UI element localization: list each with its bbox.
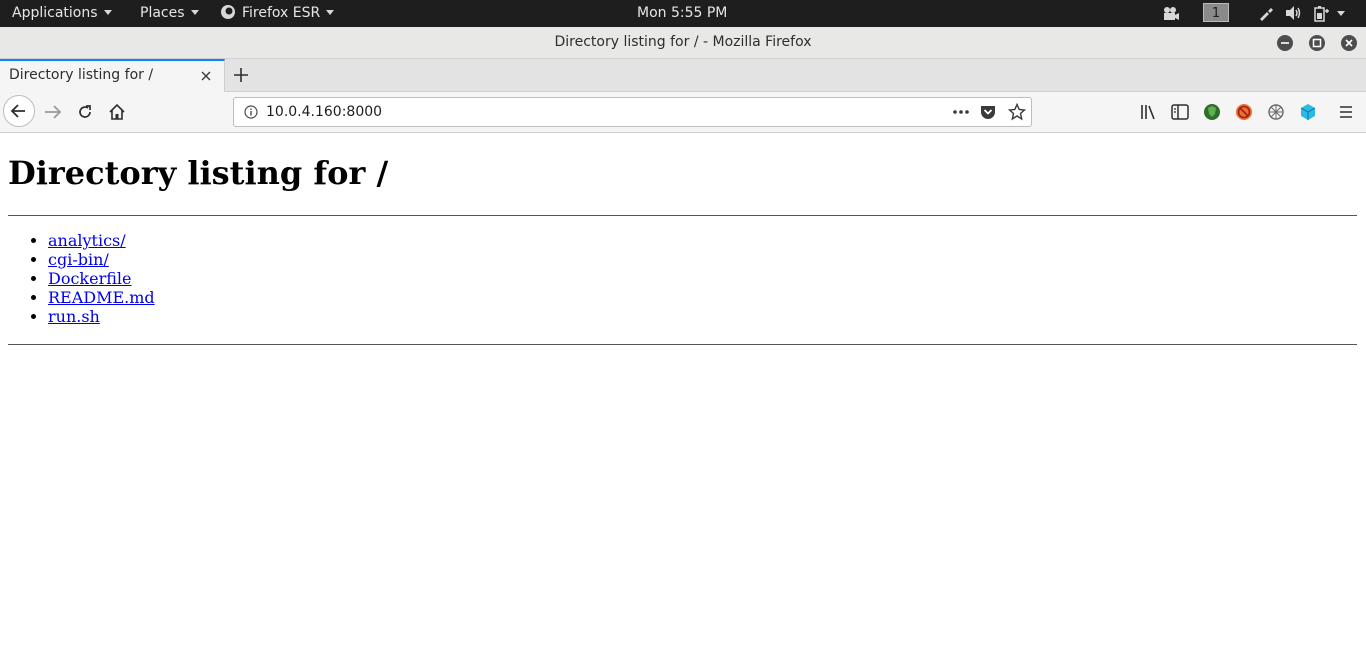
page-heading: Directory listing for / [8, 154, 389, 192]
window-title: Directory listing for / - Mozilla Firefo… [554, 34, 812, 50]
green-shield-icon[interactable] [1203, 103, 1221, 121]
home-icon[interactable] [108, 103, 126, 121]
page-content: Directory listing for / analytics/ cgi-b… [0, 133, 1366, 664]
clock-label: Mon 5:55 PM [637, 5, 728, 21]
orange-blocked-icon[interactable] [1235, 103, 1253, 121]
tab-close-icon[interactable] [199, 69, 213, 83]
directory-list: analytics/ cgi-bin/ Dockerfile README.md… [8, 231, 155, 326]
cyan-cube-icon[interactable] [1299, 103, 1317, 121]
list-item: Dockerfile [48, 269, 155, 288]
tab-directory-listing[interactable]: Directory listing for / [0, 59, 225, 92]
camera-icon[interactable] [1162, 6, 1180, 21]
chevron-down-icon [190, 9, 199, 15]
url-bar[interactable] [233, 97, 1032, 127]
url-input[interactable] [266, 102, 906, 122]
places-menu[interactable]: Places [140, 0, 199, 27]
entry-link-readme[interactable]: README.md [48, 288, 155, 307]
divider-bottom [8, 344, 1357, 345]
system-menu-chevron-icon[interactable] [1337, 11, 1345, 16]
navigation-toolbar [0, 92, 1366, 133]
entry-link-run-sh[interactable]: run.sh [48, 307, 100, 326]
entry-link-analytics[interactable]: analytics/ [48, 231, 126, 250]
volume-icon[interactable] [1285, 5, 1303, 21]
workspace-number: 1 [1211, 6, 1221, 21]
minimize-icon [1281, 42, 1289, 44]
workspace-indicator[interactable]: 1 [1203, 3, 1229, 22]
firefox-icon [221, 4, 235, 19]
pocket-icon[interactable] [980, 104, 996, 120]
back-arrow-icon [10, 104, 25, 118]
maximize-button[interactable] [1309, 35, 1325, 51]
chevron-down-icon [103, 9, 112, 15]
app-menu-firefox[interactable]: Firefox ESR [220, 0, 335, 27]
list-item: analytics/ [48, 231, 155, 250]
reload-icon[interactable] [76, 103, 94, 121]
list-item: cgi-bin/ [48, 250, 155, 269]
app-menu-label: Firefox ESR [242, 5, 321, 21]
system-top-bar: Applications Places Firefox ESR Mon 5:55… [0, 0, 1366, 27]
window-title-bar: Directory listing for / - Mozilla Firefo… [0, 27, 1366, 59]
tab-label: Directory listing for / [9, 67, 154, 83]
forward-arrow-icon[interactable] [43, 103, 63, 121]
gray-network-icon[interactable] [1267, 103, 1285, 121]
info-icon[interactable] [244, 105, 258, 119]
back-button[interactable] [3, 95, 35, 127]
entry-link-dockerfile[interactable]: Dockerfile [48, 269, 132, 288]
tab-strip: Directory listing for / [0, 59, 1366, 92]
close-icon [1345, 39, 1353, 47]
sidebar-icon[interactable] [1171, 104, 1189, 120]
places-menu-label: Places [140, 5, 185, 21]
new-tab-icon[interactable] [231, 65, 251, 85]
page-actions-icon[interactable] [952, 107, 970, 117]
applications-menu-label: Applications [12, 5, 98, 21]
close-window-button[interactable] [1341, 35, 1357, 51]
applications-menu[interactable]: Applications [12, 0, 112, 27]
library-icon[interactable] [1140, 104, 1158, 120]
minimize-button[interactable] [1277, 35, 1293, 51]
entry-link-cgi-bin[interactable]: cgi-bin/ [48, 250, 109, 269]
maximize-icon [1312, 38, 1322, 48]
list-item: run.sh [48, 307, 155, 326]
color-picker-icon[interactable] [1258, 5, 1274, 21]
bookmark-star-icon[interactable] [1008, 103, 1026, 121]
divider-top [8, 215, 1357, 216]
hamburger-menu-icon[interactable] [1338, 105, 1354, 119]
chevron-down-icon [326, 9, 335, 15]
battery-icon[interactable] [1313, 5, 1331, 22]
list-item: README.md [48, 288, 155, 307]
clock[interactable]: Mon 5:55 PM [637, 0, 727, 27]
